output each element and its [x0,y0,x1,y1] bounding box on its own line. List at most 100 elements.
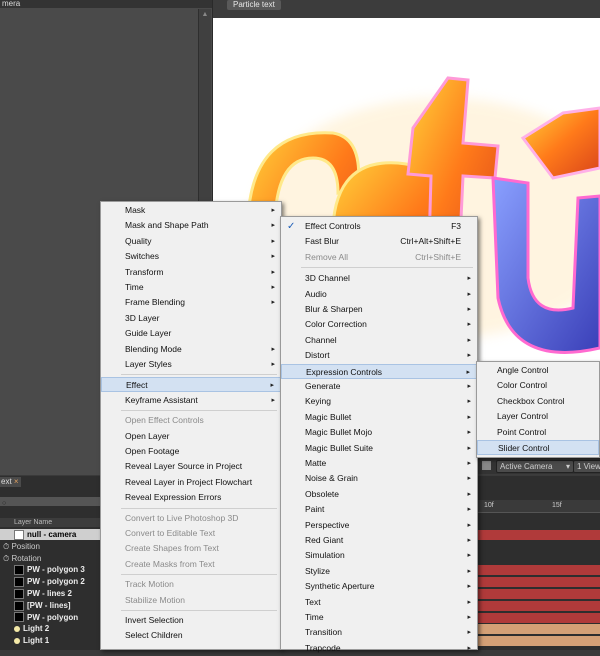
effect-menu-item-transition[interactable]: Transition ▸ [281,625,477,640]
timeline-search-input[interactable]: ○ [0,497,100,507]
effect-menu-item-trapcode[interactable]: Trapcode ▸ [281,641,477,656]
menu-item-frame-blending[interactable]: Frame Blending ▸ [101,295,281,310]
expression-menu-item-color-control[interactable]: Color Control [477,378,599,393]
effect-menu-item-perspective[interactable]: Perspective ▸ [281,518,477,533]
expression-menu-item-angle-control[interactable]: Angle Control [477,363,599,378]
property-row-position[interactable]: ⏱ Position [0,541,100,552]
layer-duration-bar[interactable] [478,636,600,647]
menu-item-keyframe-assistant[interactable]: Keyframe Assistant ▸ [101,393,281,408]
menu-item-label: Time [305,612,324,622]
menu-item-label: Select Children [125,630,183,641]
effect-menu-item-red-giant[interactable]: Red Giant ▸ [281,533,477,548]
effect-menu-item-synthetic-aperture[interactable]: Synthetic Aperture ▸ [281,579,477,594]
layer-row-pw-polygon[interactable]: PW - polygon [0,611,100,623]
menu-item-guide-layer[interactable]: Guide Layer [101,326,281,341]
menu-item-select-children[interactable]: Select Children [101,628,281,643]
effect-menu-item-stylize[interactable]: Stylize ▸ [281,564,477,579]
menu-item-label: Open Footage [125,446,180,456]
layer-duration-bar[interactable] [478,600,600,611]
chevron-right-icon: ▸ [467,552,471,560]
menu-item-label: Blending Mode [125,343,182,354]
menu-item-transform[interactable]: Transform ▸ [101,265,281,280]
active-camera-dropdown[interactable]: Active Camera ▾ [496,460,574,473]
close-icon[interactable]: × [14,477,19,486]
chevron-right-icon: ▸ [467,475,471,483]
effect-menu-item-magic-bullet-suite[interactable]: Magic Bullet Suite ▸ [281,441,477,456]
layer-duration-bar[interactable] [478,565,600,576]
scroll-up-arrow-icon[interactable]: ▲ [199,11,211,18]
grid-toggle-icon[interactable] [482,461,491,470]
menu-item-mask[interactable]: Mask ▸ [101,203,281,218]
layer-row-pw-lines[interactable]: [PW - lines] [0,599,100,611]
effect-menu-item-3d-channel[interactable]: 3D Channel ▸ [281,271,477,286]
layer-row-light-2[interactable]: Light 2 [0,623,100,635]
menu-item-time[interactable]: Time ▸ [101,280,281,295]
effect-menu-item-text[interactable]: Text ▸ [281,595,477,610]
effect-menu-item-color-correction[interactable]: Color Correction ▸ [281,317,477,332]
layer-row-pw-polygon-2[interactable]: PW - polygon 2 [0,576,100,588]
layer-row-null-camera[interactable]: null - camera [0,529,100,540]
layer-duration-bar[interactable] [478,624,600,635]
effect-menu-item-obsolete[interactable]: Obsolete ▸ [281,487,477,502]
menu-item-mask-and-shape-path[interactable]: Mask and Shape Path ▸ [101,218,281,233]
menu-item-switches[interactable]: Switches ▸ [101,249,281,264]
effect-menu-item-paint[interactable]: Paint ▸ [281,502,477,517]
layer-duration-bar[interactable] [478,577,600,588]
effect-menu-item-expression-controls[interactable]: Expression Controls ▸ [281,363,477,379]
property-row-rotation[interactable]: ⏱ Rotation [0,553,100,564]
expression-menu-item-layer-control[interactable]: Layer Control [477,409,599,424]
menu-item-quality[interactable]: Quality ▸ [101,234,281,249]
effect-menu-item-remove-all: Remove All Ctrl+Shift+E [281,250,477,265]
effect-menu-item-audio[interactable]: Audio ▸ [281,287,477,302]
effect-menu-item-magic-bullet-mojo[interactable]: Magic Bullet Mojo ▸ [281,425,477,440]
menu-item-label: Paint [305,504,325,515]
effect-menu-item-simulation[interactable]: Simulation ▸ [281,548,477,563]
effect-menu-item-effect-controls[interactable]: ✓ Effect Controls F3 [281,219,477,234]
layer-duration-bar[interactable] [478,612,600,623]
menu-item-shortcut: F3 [451,221,461,231]
effect-menu-item-keying[interactable]: Keying ▸ [281,394,477,409]
chevron-right-icon: ▸ [271,396,275,404]
expression-menu-item-point-control[interactable]: Point Control [477,425,599,440]
views-dropdown[interactable]: 1 View [573,460,600,473]
menu-item-invert-selection[interactable]: Invert Selection [101,613,281,628]
timeline-tab[interactable]: ext × [0,477,21,487]
menu-item-label: Time [125,282,144,292]
menu-item-blending-mode[interactable]: Blending Mode ▸ [101,342,281,357]
effect-menu-item-distort[interactable]: Distort ▸ [281,348,477,363]
effect-menu-item-magic-bullet[interactable]: Magic Bullet ▸ [281,410,477,425]
layer-duration-bar[interactable] [478,530,600,540]
effect-menu-item-noise-grain[interactable]: Noise & Grain ▸ [281,471,477,486]
chevron-right-icon: ▸ [467,598,471,606]
time-ruler[interactable] [478,500,600,513]
effect-menu-item-matte[interactable]: Matte ▸ [281,456,477,471]
menu-item-reveal-layer-in-project-flowchart[interactable]: Reveal Layer in Project Flowchart [101,475,281,490]
layer-name-label: PW - polygon 3 [27,565,85,575]
menu-item-effect[interactable]: Effect ▸ [101,377,281,393]
menu-item-layer-styles[interactable]: Layer Styles ▸ [101,357,281,372]
effect-menu-item-generate[interactable]: Generate ▸ [281,379,477,394]
layer-name-label: null - camera [27,530,77,539]
layer-row-pw-lines-2[interactable]: PW - lines 2 [0,588,100,599]
menu-item-3d-layer[interactable]: 3D Layer [101,311,281,326]
effect-menu-item-fast-blur[interactable]: Fast Blur Ctrl+Alt+Shift+E [281,234,477,249]
menu-item-open-footage[interactable]: Open Footage [101,444,281,459]
expression-menu-item-slider-control[interactable]: Slider Control [477,440,599,455]
viewer-tab[interactable]: Particle text [227,0,281,10]
layer-row-pw-polygon-3[interactable]: PW - polygon 3 [0,564,100,576]
menu-item-reveal-expression-errors[interactable]: Reveal Expression Errors [101,490,281,505]
effect-menu-item-blur-sharpen[interactable]: Blur & Sharpen ▸ [281,302,477,317]
menu-item-label: Red Giant [305,535,344,545]
menu-item-label: Convert to Live Photoshop 3D [125,512,239,523]
expression-menu-item-checkbox-control[interactable]: Checkbox Control [477,394,599,409]
layer-row-light-1[interactable]: Light 1 [0,635,100,647]
menu-item-open-layer[interactable]: Open Layer [101,429,281,444]
menu-item-label: Generate [305,381,341,391]
menu-item-reveal-layer-source-in-project[interactable]: Reveal Layer Source in Project [101,459,281,474]
chevron-right-icon: ▸ [467,306,471,313]
menu-separator [121,574,277,576]
menu-item-label: Stabilize Motion [125,594,186,605]
layer-duration-bar[interactable] [478,589,600,599]
effect-menu-item-channel[interactable]: Channel ▸ [281,333,477,348]
effect-menu-item-time[interactable]: Time ▸ [281,610,477,625]
